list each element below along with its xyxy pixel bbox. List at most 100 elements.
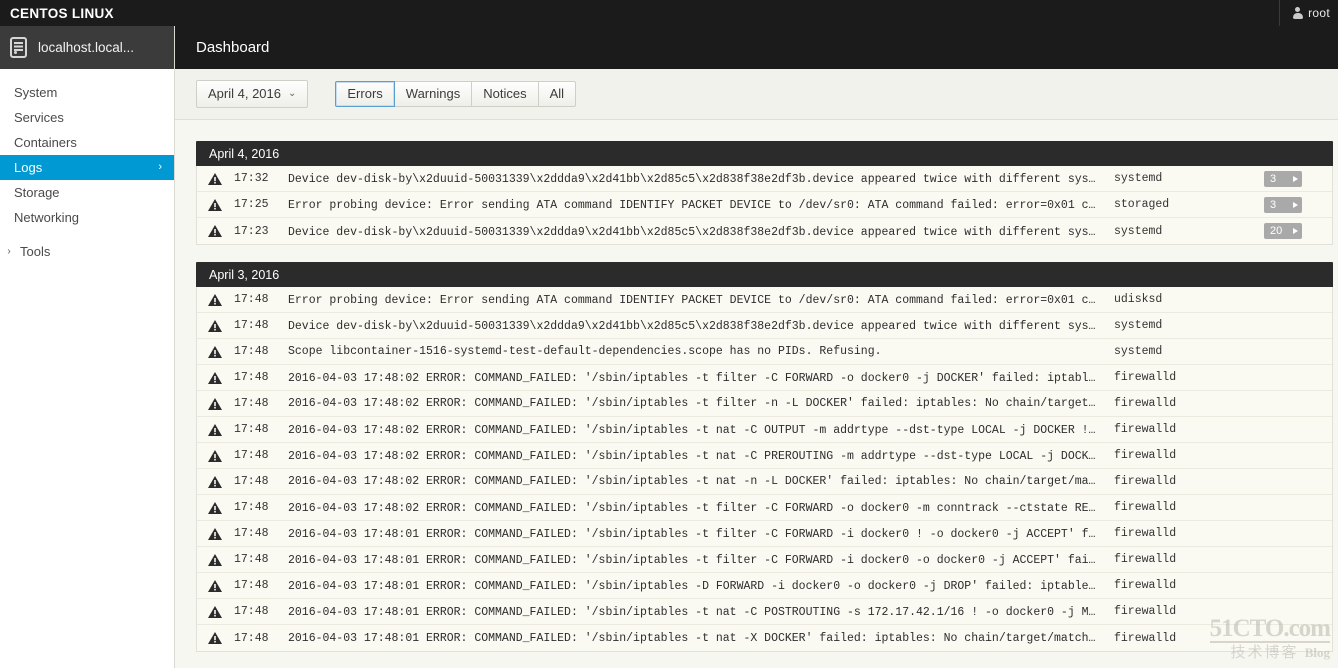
user-icon — [1292, 7, 1303, 19]
log-badge-cell: 3 — [1264, 196, 1332, 213]
filter-notices-button[interactable]: Notices — [472, 80, 539, 108]
log-rows: 17:48 Error probing device: Error sending… — [196, 287, 1333, 652]
log-time: 17:48 — [234, 605, 269, 618]
warning-icon — [208, 475, 222, 488]
log-badge-cell: 3 — [1264, 170, 1332, 187]
host-selector[interactable]: localhost.local... — [0, 26, 174, 69]
log-time: 17:48 — [234, 631, 269, 645]
warning-icon — [208, 319, 222, 332]
log-row[interactable]: 17:48 Scope libcontainer-1516-systemd-tes… — [197, 339, 1332, 365]
log-time: 17:48 — [234, 319, 269, 332]
occurrence-count: 3 — [1270, 172, 1277, 185]
warning-icon — [208, 172, 222, 185]
sidebar-item-system[interactable]: System — [0, 80, 174, 105]
log-list: April 4, 2016 17:32 Device dev-disk-by\x2d… — [196, 141, 1333, 652]
warning-icon — [208, 501, 222, 514]
log-time: 17:48 — [234, 527, 269, 540]
chevron-right-icon: › — [158, 161, 162, 173]
top-bar: CENTOS LINUX root — [0, 0, 1338, 26]
sidebar-item-tools[interactable]: › Tools — [0, 239, 174, 264]
log-time: 17:48 — [234, 579, 269, 592]
log-message: 2016-04-03 17:48:01 ERROR: COMMAND_FAILE… — [288, 580, 1114, 593]
main-content: Dashboard April 4, 2016 ⌄ Errors Warning… — [175, 26, 1338, 668]
log-row[interactable]: 17:48 2016-04-03 17:48:02 ERROR: COMMAND_… — [197, 495, 1332, 521]
sidebar-item-label: Services — [14, 110, 64, 125]
date-picker-button[interactable]: April 4, 2016 ⌄ — [196, 79, 309, 109]
log-day-block: April 4, 2016 17:32 Device dev-disk-by\x2d… — [196, 141, 1333, 245]
log-message: 2016-04-03 17:48:02 ERROR: COMMAND_FAILE… — [288, 475, 1114, 488]
user-menu[interactable]: root — [1279, 0, 1338, 26]
log-row[interactable]: 17:48 2016-04-03 17:48:01 ERROR: COMMAND_… — [197, 599, 1332, 625]
log-day-header: April 3, 2016 — [196, 262, 1333, 287]
log-row[interactable]: 17:32 Device dev-disk-by\x2duuid-50031339… — [197, 166, 1332, 192]
log-row[interactable]: 17:48 2016-04-03 17:48:02 ERROR: COMMAND_… — [197, 365, 1332, 391]
log-day-header: April 4, 2016 — [196, 141, 1333, 166]
log-time: 17:25 — [234, 198, 269, 211]
sidebar-item-label: Tools — [20, 244, 51, 259]
log-time: 17:48 — [234, 345, 269, 358]
sidebar-item-label: Networking — [14, 210, 80, 225]
log-message: 2016-04-03 17:48:01 ERROR: COMMAND_FAILE… — [288, 554, 1114, 567]
log-service: firewalld — [1114, 579, 1177, 592]
sidebar-item-storage[interactable]: Storage — [0, 180, 174, 205]
log-service: firewalld — [1114, 527, 1177, 540]
host-name-label: localhost.local... — [38, 40, 135, 55]
log-message: 2016-04-03 17:48:02 ERROR: COMMAND_FAILE… — [288, 450, 1114, 463]
filter-warnings-button[interactable]: Warnings — [394, 80, 473, 108]
brand-label: CENTOS LINUX — [10, 5, 114, 21]
warning-icon — [208, 345, 222, 358]
log-row[interactable]: 17:25 Error probing device: Error sending… — [197, 192, 1332, 218]
log-row[interactable]: 17:23 Device dev-disk-by\x2duuid-50031339… — [197, 218, 1332, 244]
log-service: systemd — [1114, 319, 1163, 332]
occurrence-count-badge[interactable]: 20 — [1264, 223, 1302, 239]
log-row[interactable]: 17:48 Device dev-disk-by\x2duuid-50031339… — [197, 313, 1332, 339]
log-time: 17:48 — [234, 293, 269, 306]
log-row[interactable]: 17:48 2016-04-03 17:48:01 ERROR: COMMAND_… — [197, 547, 1332, 573]
log-service: firewalld — [1114, 501, 1177, 514]
sidebar-item-services[interactable]: Services — [0, 105, 174, 130]
log-row[interactable]: 17:48 Error probing device: Error sending… — [197, 287, 1332, 313]
log-row[interactable]: 17:48 2016-04-03 17:48:02 ERROR: COMMAND_… — [197, 391, 1332, 417]
warning-icon — [208, 225, 222, 237]
warning-icon — [208, 397, 222, 410]
log-time: 17:48 — [234, 397, 269, 410]
warning-icon — [208, 527, 222, 540]
filter-errors-button[interactable]: Errors — [335, 80, 395, 108]
occurrence-count-badge[interactable]: 3 — [1264, 170, 1302, 187]
log-time: 17:48 — [234, 371, 269, 384]
occurrence-count-badge[interactable]: 3 — [1264, 196, 1302, 213]
log-time: 17:32 — [234, 172, 269, 185]
log-list-scroll-area[interactable]: April 4, 2016 17:32 Device dev-disk-by\x2d… — [175, 120, 1338, 668]
sidebar-item-label: Logs — [14, 160, 43, 175]
log-row[interactable]: 17:48 2016-04-03 17:48:02 ERROR: COMMAND_… — [197, 443, 1332, 469]
log-message: 2016-04-03 17:48:01 ERROR: COMMAND_FAILE… — [288, 631, 1114, 645]
log-message: Device dev-disk-by\x2duuid-50031339\x2dd… — [288, 225, 1114, 239]
warning-icon — [208, 423, 222, 436]
sidebar-item-containers[interactable]: Containers — [0, 130, 174, 155]
log-row[interactable]: 17:48 2016-04-03 17:48:01 ERROR: COMMAND_… — [197, 521, 1332, 547]
log-message: 2016-04-03 17:48:01 ERROR: COMMAND_FAILE… — [288, 528, 1114, 541]
log-day-block: April 3, 2016 17:48 Error probing device: … — [196, 262, 1333, 652]
log-message: 2016-04-03 17:48:02 ERROR: COMMAND_FAILE… — [288, 372, 1114, 385]
log-service: firewalld — [1114, 605, 1177, 618]
user-name: root — [1308, 6, 1330, 20]
log-time: 17:48 — [234, 423, 269, 436]
log-service: systemd — [1114, 224, 1163, 238]
log-service: firewalld — [1114, 553, 1177, 566]
log-row[interactable]: 17:48 2016-04-03 17:48:02 ERROR: COMMAND_… — [197, 469, 1332, 495]
sidebar-item-networking[interactable]: Networking — [0, 205, 174, 230]
sidebar-item-label: Storage — [14, 185, 60, 200]
log-row[interactable]: 17:48 2016-04-03 17:48:01 ERROR: COMMAND_… — [197, 573, 1332, 599]
sidebar-item-logs[interactable]: Logs › — [0, 155, 174, 180]
log-message: Scope libcontainer-1516-systemd-test-def… — [288, 345, 882, 358]
sidebar-item-label: Containers — [14, 135, 77, 150]
warning-icon — [208, 553, 222, 566]
log-row[interactable]: 17:48 2016-04-03 17:48:02 ERROR: COMMAND_… — [197, 417, 1332, 443]
sidebar-nav: System Services Containers Logs › Storag… — [0, 69, 174, 264]
filter-all-button[interactable]: All — [538, 80, 577, 108]
warning-icon — [208, 449, 222, 462]
warning-icon — [208, 198, 222, 211]
log-badge-cell: 20 — [1264, 223, 1332, 239]
log-row[interactable]: 17:48 2016-04-03 17:48:01 ERROR: COMMAND_… — [197, 625, 1332, 651]
date-picker-label: April 4, 2016 — [208, 85, 281, 101]
